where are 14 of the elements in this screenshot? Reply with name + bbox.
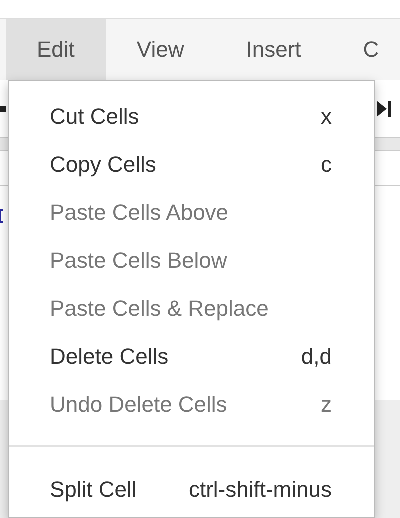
shortcut-label: z: [320, 390, 332, 418]
menu-item[interactable]: Delete Cells: [50, 340, 169, 372]
menu-item[interactable]: Insert: [215, 19, 332, 80]
menu-item[interactable]: C: [332, 19, 400, 80]
menu-item[interactable]: Split Cell: [50, 472, 137, 506]
shortcut-label: ctrl-shift-minus: [188, 476, 332, 504]
shortcut-label: x: [320, 102, 332, 130]
shortcut-label: d,d: [300, 342, 332, 370]
menu-item[interactable]: Copy Cells: [50, 148, 156, 180]
shortcut-label: c: [320, 150, 332, 178]
menu-item[interactable]: Edit: [6, 19, 106, 80]
menu-item[interactable]: View: [106, 19, 216, 80]
menu-item[interactable]: Cut Cells: [50, 100, 140, 132]
skip-to-end-icon[interactable]: [376, 100, 392, 118]
